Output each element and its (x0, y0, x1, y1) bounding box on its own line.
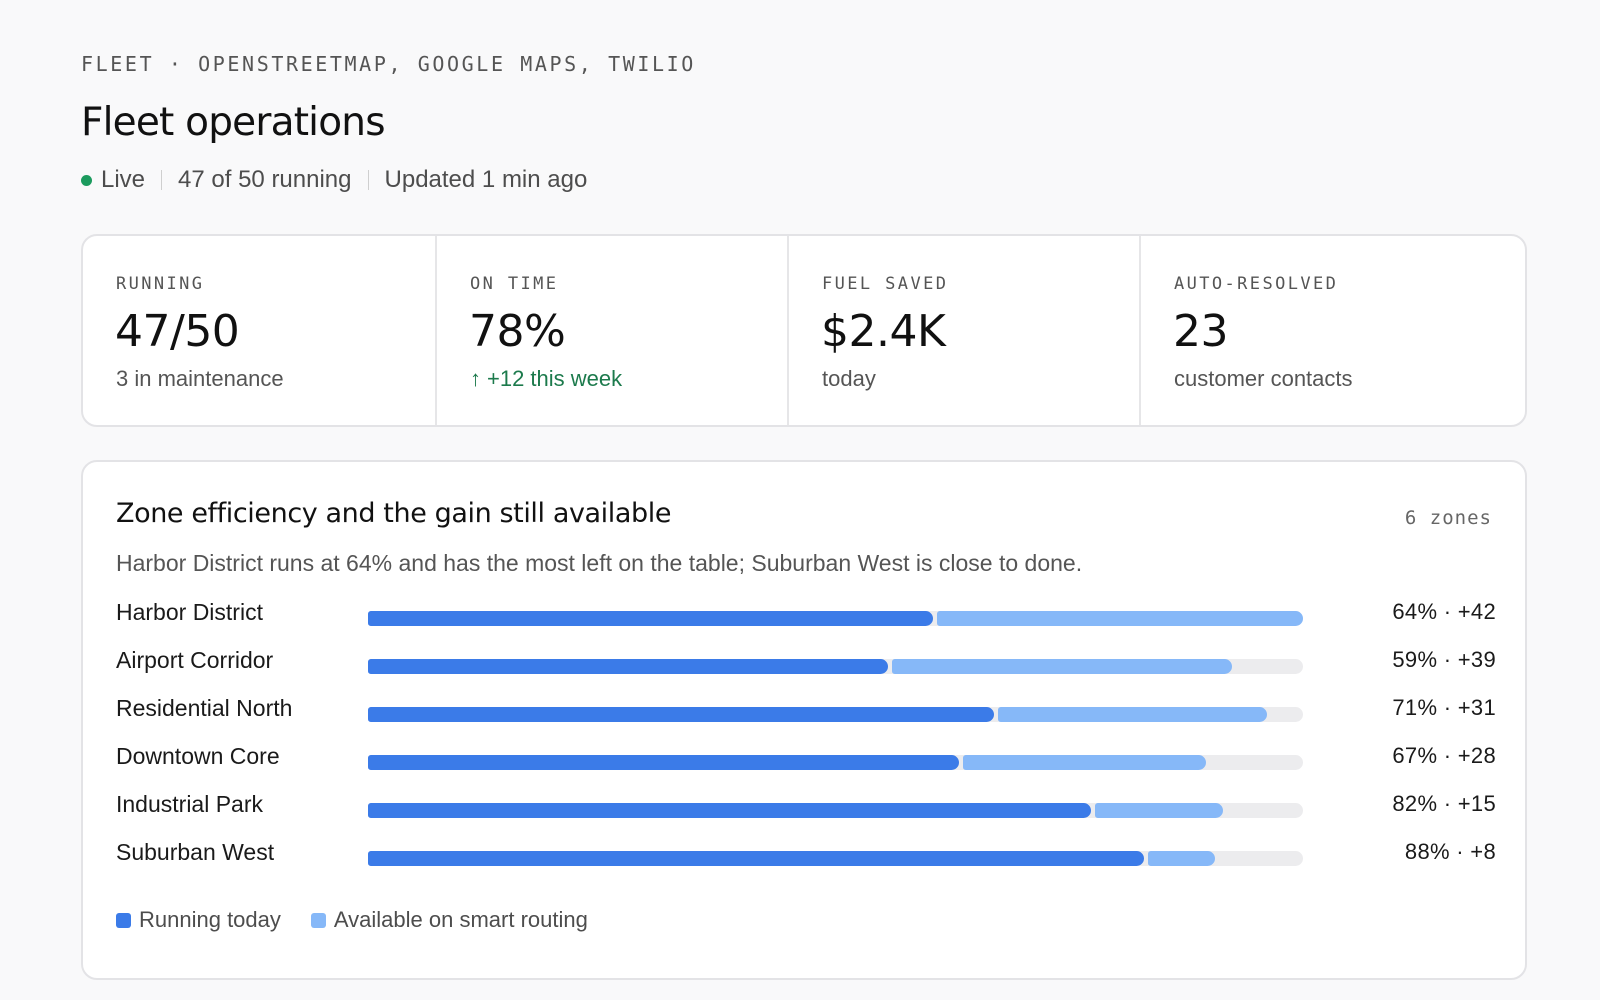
panel-subtitle: Harbor District runs at 64% and has the … (116, 550, 1083, 576)
updated-time: Updated 1 min ago (384, 166, 588, 193)
bar-running (368, 851, 1144, 866)
data-label: 64% · +42 (1392, 599, 1496, 624)
legend-label: Available on smart routing (333, 907, 588, 932)
data-label: 67% · +28 (1392, 743, 1496, 768)
kpi-value: 78% (469, 306, 566, 357)
kpi-label: ON TIME (470, 274, 559, 294)
data-label: 71% · +31 (1392, 695, 1496, 720)
live-dot-icon (81, 174, 92, 186)
live-label: Live (101, 166, 146, 193)
kpi-sub: customer contacts (1174, 366, 1353, 391)
kpi-value: 23 (1173, 306, 1229, 357)
bar-available (963, 755, 1206, 770)
legend-item-available: Available on smart routing (310, 907, 588, 933)
chart-legend: Running today Available on smart routing (116, 907, 618, 933)
bar-available (1148, 851, 1215, 866)
arrow-up-icon: ↑ (470, 366, 481, 391)
legend-swatch-available (310, 912, 326, 928)
status-bar: Live 47 of 50 running Updated 1 min ago (81, 166, 587, 194)
zone-name: Harbor District (116, 599, 263, 625)
zone-bar-chart: Harbor District 64% · +42 Airport Corridor… (116, 597, 1496, 885)
breadcrumb: FLEET · OPENSTREETMAP, GOOGLE MAPS, TWIL… (81, 52, 696, 76)
kpi-sub: today (822, 366, 876, 391)
panel-title: Zone efficiency and the gain still avail… (116, 498, 672, 529)
bar-track (368, 851, 1303, 866)
data-label: 82% · +15 (1392, 791, 1496, 816)
table-row: Harbor District 64% · +42 (116, 597, 1496, 645)
legend-item-running: Running today (116, 907, 281, 933)
kpi-strip: RUNNING 47/50 3 in maintenance ON TIME 7… (81, 234, 1527, 427)
zones-count: 6 zones (1404, 507, 1492, 529)
divider (161, 170, 163, 190)
kpi-label: AUTO-RESOLVED (1174, 274, 1339, 294)
bar-running (368, 707, 994, 722)
zone-name: Residential North (116, 695, 293, 721)
bar-track (368, 755, 1303, 770)
bar-track (368, 611, 1303, 626)
zone-efficiency-panel: Zone efficiency and the gain still avail… (81, 460, 1527, 980)
bar-available (998, 707, 1267, 722)
table-row: Industrial Park 82% · +15 (116, 789, 1496, 837)
running-count: 47 of 50 running (178, 166, 352, 193)
table-row: Downtown Core 67% · +28 (116, 741, 1496, 789)
data-label: 88% · +8 (1404, 839, 1496, 864)
bar-available (1095, 803, 1223, 818)
page-title: Fleet operations (81, 100, 386, 145)
kpi-label: FUEL SAVED (822, 274, 949, 294)
bar-available (892, 659, 1232, 674)
zone-name: Airport Corridor (116, 647, 274, 673)
zone-name: Suburban West (116, 839, 275, 865)
kpi-running: RUNNING 47/50 3 in maintenance (83, 236, 437, 425)
divider (367, 170, 369, 190)
kpi-sub: 3 in maintenance (116, 366, 284, 391)
kpi-value: $2.4K (821, 306, 946, 357)
bar-running (368, 611, 933, 626)
bar-track (368, 659, 1303, 674)
zone-name: Downtown Core (116, 743, 280, 769)
bar-running (368, 803, 1091, 818)
kpi-trend: ↑ +12 this week (470, 366, 622, 392)
zone-name: Industrial Park (116, 791, 264, 817)
table-row: Residential North 71% · +31 (116, 693, 1496, 741)
kpi-auto-resolved: AUTO-RESOLVED 23 customer contacts (1141, 236, 1525, 425)
table-row: Airport Corridor 59% · +39 (116, 645, 1496, 693)
bar-available (937, 611, 1303, 626)
data-label: 59% · +39 (1392, 647, 1496, 672)
bar-running (368, 659, 888, 674)
legend-label: Running today (139, 907, 281, 932)
bar-running (368, 755, 959, 770)
kpi-value: 47/50 (115, 306, 240, 357)
kpi-sub: +12 this week (487, 366, 623, 391)
table-row: Suburban West 88% · +8 (116, 837, 1496, 885)
kpi-fuel-saved: FUEL SAVED $2.4K today (789, 236, 1141, 425)
kpi-label: RUNNING (116, 274, 205, 294)
legend-swatch-running (116, 912, 131, 928)
kpi-on-time: ON TIME 78% ↑ +12 this week (437, 236, 789, 425)
bar-track (368, 707, 1303, 722)
bar-track (368, 803, 1303, 818)
